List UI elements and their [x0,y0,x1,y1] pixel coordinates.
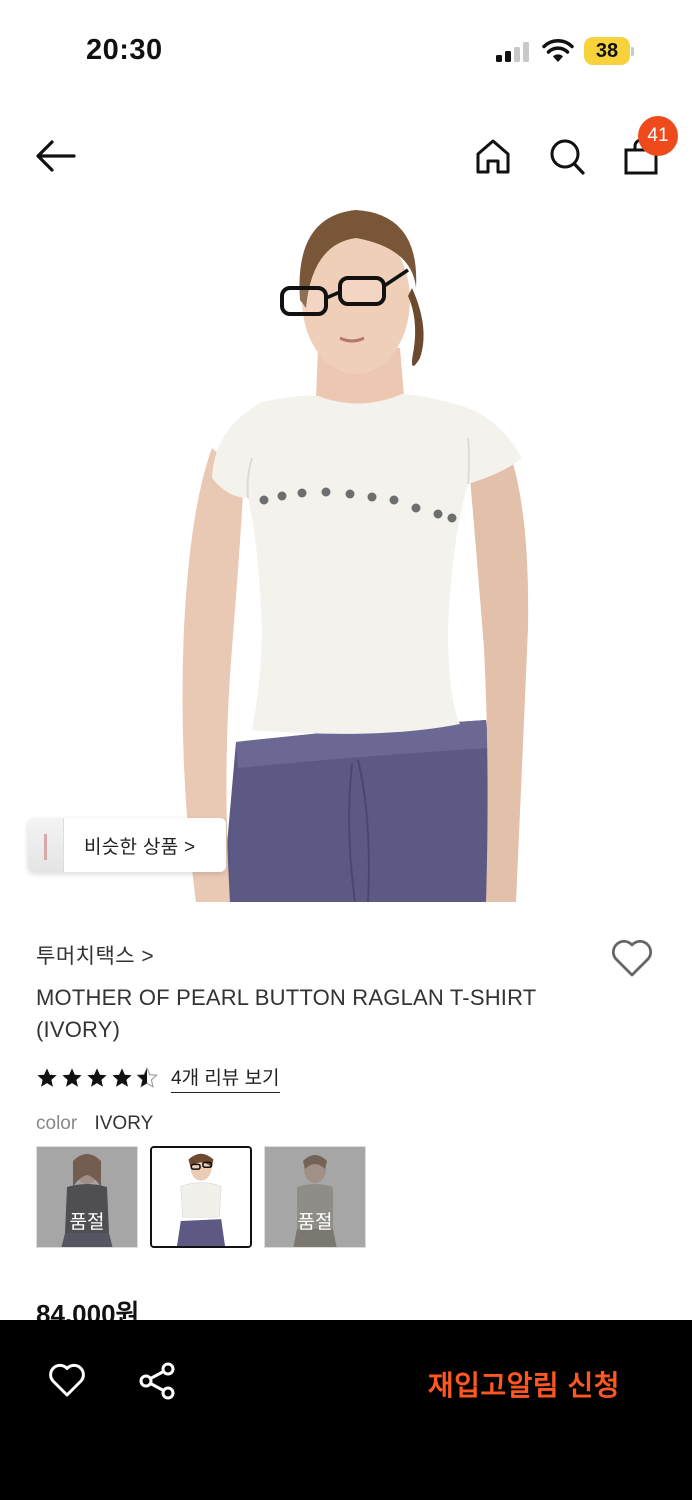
similar-product-thumbnail [28,818,64,872]
product-image[interactable] [0,208,692,902]
search-icon[interactable] [548,136,586,176]
swatch-grey[interactable]: 품절 [264,1146,366,1248]
star-filled-icon [37,1068,57,1087]
color-key: color [36,1113,78,1134]
bottom-action-bar: 재입고알림 신청 [0,1320,692,1500]
star-half-icon [136,1067,158,1088]
wifi-icon [542,39,574,62]
heart-icon[interactable] [610,938,654,978]
battery-indicator: 38 [584,37,634,65]
top-navigation: 41 [0,110,692,200]
home-icon[interactable] [474,136,512,176]
rating-row: 4개 리뷰 보기 [36,1063,280,1093]
cellular-signal-icon [496,42,529,62]
brand-link[interactable]: 투머치택스 > [36,940,154,970]
star-filled-icon [62,1068,82,1087]
color-swatches: 품절 품절 [36,1146,378,1248]
product-title: MOTHER OF PEARL BUTTON RAGLAN T-SHIRT (I… [36,985,537,1042]
status-bar: 20:30 38 [0,0,692,100]
cart-count-badge: 41 [638,116,678,156]
star-filled-icon [112,1068,132,1087]
share-icon[interactable] [138,1362,176,1400]
soldout-label: 품절 [37,1147,137,1247]
heart-icon[interactable] [48,1362,86,1398]
soldout-label: 품절 [265,1147,365,1247]
swatch-navy[interactable]: 품절 [36,1146,138,1248]
battery-level: 38 [584,37,630,65]
product-photo-illustration [182,210,529,902]
status-time: 20:30 [86,34,163,66]
color-selector-label: color IVORY [36,1113,153,1135]
review-link[interactable]: 4개 리뷰 보기 [171,1063,280,1093]
similar-products-label: 비슷한 상품 > [84,836,196,858]
color-value: IVORY [94,1113,154,1134]
arrow-left-icon[interactable] [34,138,78,174]
restock-alert-button[interactable]: 재입고알림 신청 [428,1364,620,1404]
star-filled-icon [87,1068,107,1087]
swatch-ivory[interactable] [150,1146,252,1248]
similar-products-button[interactable]: 비슷한 상품 > [28,818,226,872]
